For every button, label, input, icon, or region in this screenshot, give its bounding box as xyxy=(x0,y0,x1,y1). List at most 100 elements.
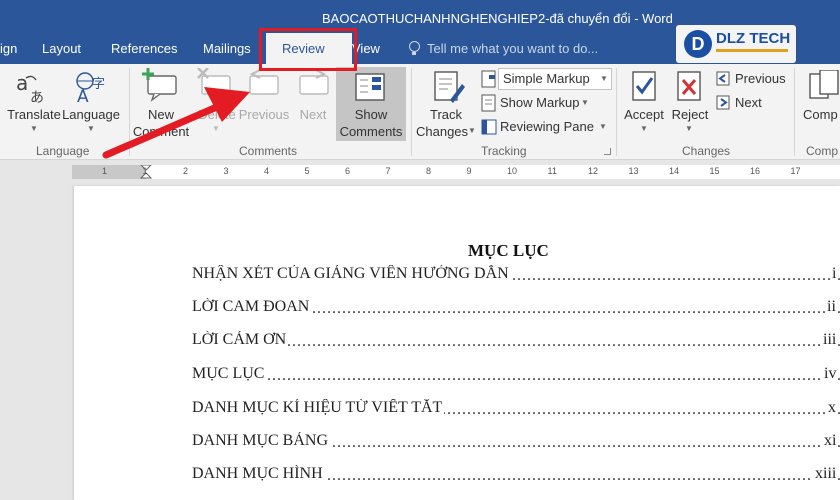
ruler-number: 15 xyxy=(709,166,720,176)
brand-logo: D DLZ TECH xyxy=(676,25,796,63)
tab-mailings[interactable]: Mailings xyxy=(203,41,251,56)
svg-text:あ: あ xyxy=(30,90,44,106)
ruler-number: 4 xyxy=(264,166,270,176)
previous-comment-label: Previous xyxy=(238,107,290,122)
toc-entry-page: iv xyxy=(822,365,837,383)
ruler-number: 3 xyxy=(223,166,229,176)
ruler-number: 5 xyxy=(304,166,310,176)
toc-entry-label: DANH MỤC BẢNG xyxy=(192,432,331,450)
logo-underline xyxy=(716,49,788,52)
toc-entry-page: i xyxy=(830,265,837,283)
ruler-number: 10 xyxy=(507,166,518,176)
ruler-number: 13 xyxy=(628,166,639,176)
toc-entry-label: NHẬN XÉT CỦA GIẢNG VIÊN HƯỚNG DẪN xyxy=(192,265,511,283)
toc-entry[interactable]: ........................................… xyxy=(192,298,840,318)
show-comments-icon xyxy=(355,73,385,101)
title-bar: BAOCAOTHUCHANHNGHENGHIEP2-đã chuyển đổi … xyxy=(0,0,840,65)
show-markup-icon xyxy=(481,94,496,112)
track-changes-label-2: Changes xyxy=(416,124,469,139)
chevron-down-icon: ▼ xyxy=(87,124,95,133)
compare-icon xyxy=(809,70,839,99)
translate-icon: a あ xyxy=(16,72,44,106)
markup-select-value: Simple Markup xyxy=(503,71,590,86)
next-change-icon xyxy=(716,95,730,110)
review-tab-highlight xyxy=(259,28,357,71)
group-label-changes: Changes xyxy=(682,144,731,158)
show-comments-label-2: Comments xyxy=(339,124,403,139)
toc-entry-page: xiii xyxy=(813,465,837,483)
chevron-down-icon: ▼ xyxy=(212,124,220,133)
accept-icon xyxy=(632,71,656,101)
toc-entry-label: LỜI CAM ĐOAN xyxy=(192,298,312,316)
toc-entry-page: xi xyxy=(822,432,837,450)
reviewing-pane-label: Reviewing Pane xyxy=(500,119,594,134)
toc-entry[interactable]: ........................................… xyxy=(192,265,840,285)
reviewing-pane-icon xyxy=(481,119,497,135)
toc-entry-label: DANH MỤC KÍ HIỆU TỪ VIẾT TẮT xyxy=(192,399,445,417)
group-label-tracking: Tracking xyxy=(481,144,527,158)
next-change-label: Next xyxy=(735,95,762,110)
group-separator xyxy=(794,68,795,156)
toc-entry-page: x xyxy=(826,399,836,417)
chevron-down-icon: ▼ xyxy=(581,98,589,107)
group-label-compare: Comp xyxy=(806,144,839,158)
language-icon: A 字 xyxy=(76,72,105,104)
tab-layout[interactable]: Layout xyxy=(42,41,81,56)
chevron-down-icon: ▼ xyxy=(600,74,608,83)
previous-change-icon xyxy=(716,71,730,86)
horizontal-ruler[interactable]: 1 1 2 3 4 5 6 7 8 9 10 11 12 13 14 15 16 17 xyxy=(72,165,840,179)
ruler-left-margin xyxy=(72,165,146,179)
markup-icon xyxy=(481,70,496,88)
language-label: Language xyxy=(62,107,120,122)
toc-leader-dots: ........................................… xyxy=(192,333,840,350)
toc-entry[interactable]: ........................................… xyxy=(192,365,840,385)
ruler-number: 6 xyxy=(345,166,351,176)
toc-entry-label: MỤC LỤC xyxy=(192,365,267,383)
new-comment-icon xyxy=(142,68,177,102)
window-title: BAOCAOTHUCHANHNGHENGHIEP2-đã chuyển đổi … xyxy=(322,11,673,26)
svg-text:字: 字 xyxy=(92,77,105,92)
chevron-down-icon: ▼ xyxy=(468,126,476,135)
ribbon-review: a あ Translate ▼ A 字 Language ▼ Language … xyxy=(0,64,840,160)
ruler-number: 11 xyxy=(547,166,557,176)
show-comments-label-1: Show xyxy=(354,107,388,122)
tracking-dialog-launcher-icon[interactable] xyxy=(604,148,611,155)
ruler-number: 1 xyxy=(142,166,148,176)
toc-entry-label: DANH MỤC HÌNH xyxy=(192,465,325,483)
reject-icon xyxy=(677,71,701,101)
new-comment-label-1: New xyxy=(147,107,174,122)
next-comment-icon xyxy=(299,69,329,95)
delete-comment-icon xyxy=(197,68,231,95)
toc-entry-page: ii xyxy=(825,298,836,316)
toc-entry[interactable]: ........................................… xyxy=(192,399,840,419)
chevron-down-icon: ▼ xyxy=(599,122,607,131)
accept-label: Accept xyxy=(624,107,664,122)
previous-comment-icon xyxy=(249,69,279,95)
chevron-down-icon: ▼ xyxy=(30,124,38,133)
logo-text: DLZ TECH xyxy=(716,30,791,47)
tab-design[interactable]: ign xyxy=(0,41,17,56)
tell-me-placeholder: Tell me what you want to do... xyxy=(427,41,599,56)
toc-entry[interactable]: ........................................… xyxy=(192,331,840,351)
toc-title: MỤC LỤC xyxy=(468,241,549,260)
toc-entry-page: iii xyxy=(821,331,837,349)
ruler-number: 16 xyxy=(750,166,761,176)
compare-label: Comp xyxy=(803,107,838,122)
next-comment-label: Next xyxy=(299,107,327,122)
tab-references[interactable]: References xyxy=(111,41,177,56)
group-separator xyxy=(411,68,412,156)
group-separator xyxy=(616,68,617,156)
new-comment-label-2: Comment xyxy=(132,124,190,139)
svg-text:A: A xyxy=(77,87,89,104)
show-markup-label: Show Markup xyxy=(500,95,580,110)
ruler-number: 7 xyxy=(385,166,391,176)
track-changes-icon xyxy=(434,71,465,103)
group-separator xyxy=(129,68,130,156)
ruler-number: 2 xyxy=(183,166,189,176)
group-label-language: Language xyxy=(36,144,90,158)
toc-entry[interactable]: ........................................… xyxy=(192,465,840,485)
ruler-number: 1 xyxy=(102,166,108,176)
toc-entry[interactable]: ........................................… xyxy=(192,432,840,452)
delete-comment-label: Delete xyxy=(198,107,236,122)
previous-change-label: Previous xyxy=(735,71,786,86)
